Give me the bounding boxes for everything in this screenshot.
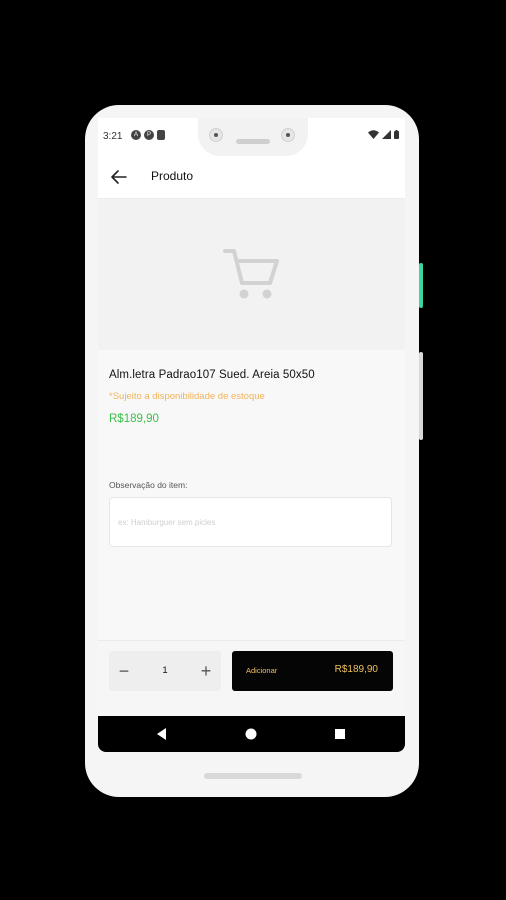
decrease-quantity-button[interactable]: − (109, 651, 139, 691)
a-icon: A (131, 130, 141, 140)
quantity-value: 1 (162, 665, 168, 676)
status-time: 3:21 (103, 131, 123, 142)
stock-disclaimer: *Sujeito a disponibilidade de estoque (109, 391, 265, 402)
home-circle-icon[interactable] (242, 725, 260, 743)
signal-icon (382, 130, 391, 139)
side-button-accent (419, 263, 423, 308)
shopping-cart-icon (223, 249, 279, 299)
quantity-stepper: − 1 + (109, 651, 221, 691)
observation-label: Observação do item: (109, 480, 188, 490)
product-name: Alm.letra Padrao107 Sued. Areia 50x50 (109, 369, 315, 381)
back-triangle-icon[interactable] (153, 725, 171, 743)
product-image-placeholder (98, 199, 405, 350)
battery-icon (394, 130, 399, 139)
page-title: Produto (151, 169, 194, 183)
bottom-action-bar: − 1 + Adicionar R$189,90 (98, 640, 405, 717)
phone-chin-bar (204, 773, 302, 779)
recents-square-icon[interactable] (331, 725, 349, 743)
status-icons-left: A P (131, 130, 165, 140)
p-icon: P (144, 130, 154, 140)
increase-quantity-button[interactable]: + (191, 651, 221, 691)
observation-input[interactable] (109, 497, 392, 547)
product-price: R$189,90 (109, 413, 159, 425)
system-nav-bar (98, 716, 405, 752)
app-screen: 3:21 A P Produto Alm.letra Padrao107 Sue… (98, 118, 405, 752)
sim-icon (157, 130, 165, 140)
earpiece-speaker (236, 139, 270, 144)
wifi-icon (368, 130, 379, 139)
status-icons-right (368, 130, 399, 139)
add-button-price: R$189,90 (334, 664, 378, 675)
side-button-volume (419, 352, 423, 440)
add-button-label: Adicionar (246, 666, 278, 675)
product-details: Alm.letra Padrao107 Sued. Areia 50x50 *S… (98, 350, 405, 650)
front-camera-right-icon (281, 128, 295, 142)
arrow-left-icon[interactable] (108, 166, 130, 188)
add-to-cart-button[interactable]: Adicionar R$189,90 (232, 651, 393, 691)
front-camera-left-icon (209, 128, 223, 142)
app-bar: Produto (98, 156, 405, 199)
